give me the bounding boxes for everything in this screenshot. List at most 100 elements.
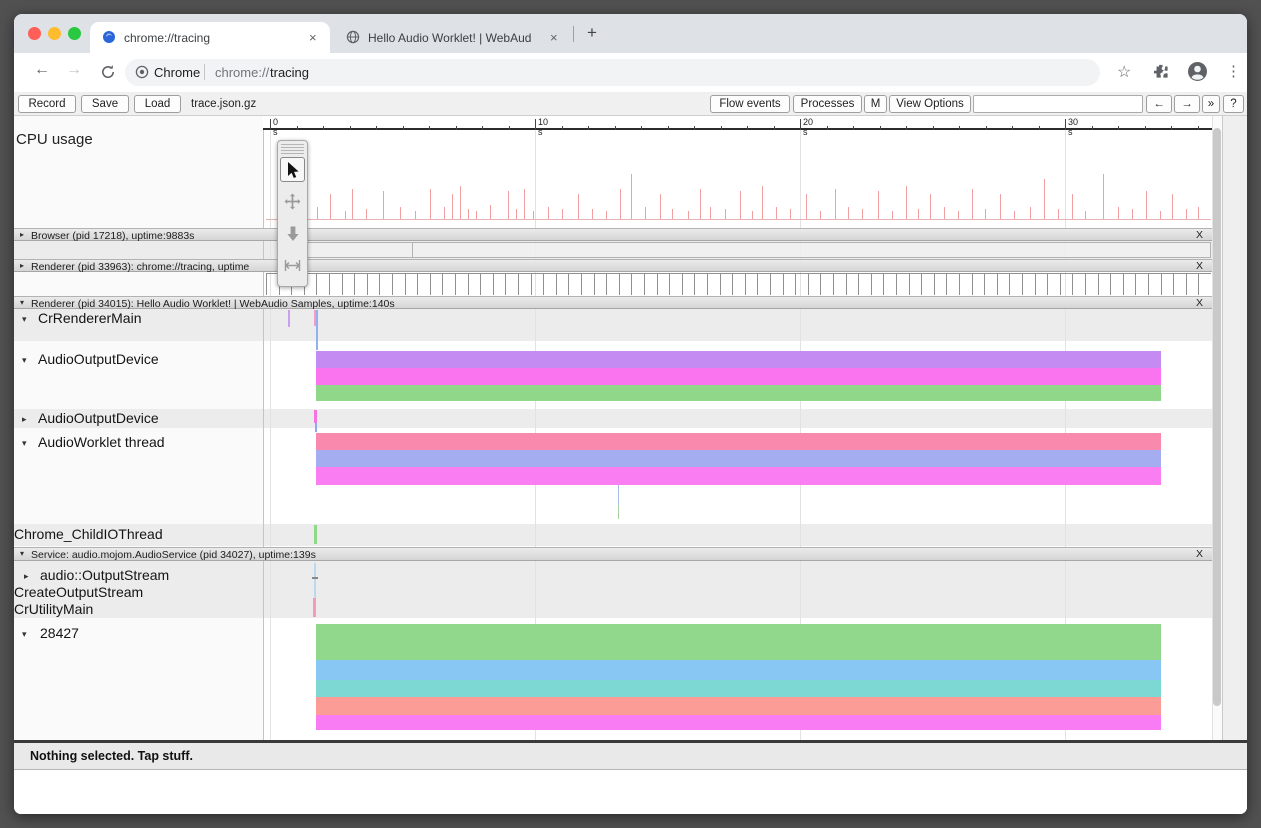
tiny-slice-tick bbox=[556, 273, 557, 295]
load-button[interactable]: Load bbox=[134, 95, 181, 113]
cpu-usage-spike bbox=[1160, 211, 1161, 219]
tiny-slice-tick bbox=[720, 273, 721, 295]
extensions-puzzle-icon[interactable] bbox=[1154, 64, 1171, 81]
find-input[interactable] bbox=[973, 95, 1143, 113]
tiny-slice-tick bbox=[1186, 273, 1187, 295]
record-button[interactable]: Record bbox=[18, 95, 76, 113]
trace-slice-bar[interactable] bbox=[316, 368, 1161, 385]
palette-drag-handle[interactable] bbox=[281, 144, 304, 154]
trace-event-tick[interactable] bbox=[314, 525, 317, 544]
trace-slice-bar[interactable] bbox=[316, 433, 1161, 450]
cpu-usage-spike bbox=[1030, 207, 1031, 219]
ruler-minor-tick bbox=[959, 126, 960, 130]
trace-event-tick[interactable] bbox=[618, 485, 619, 505]
trace-event-tick[interactable] bbox=[618, 505, 619, 519]
tab-tracing[interactable]: chrome://tracing × bbox=[90, 22, 330, 53]
trace-event-tick[interactable] bbox=[314, 410, 317, 423]
tiny-slice-tick bbox=[266, 273, 267, 295]
collapse-arrow-icon[interactable]: ▾ bbox=[20, 549, 24, 558]
find-previous-button[interactable]: ← bbox=[1146, 95, 1172, 113]
trace-event-tick[interactable] bbox=[314, 563, 316, 598]
cpu-usage-spike bbox=[606, 211, 607, 219]
timeline-gridline bbox=[535, 130, 536, 741]
close-window-button[interactable] bbox=[28, 27, 41, 40]
metrics-button[interactable]: M bbox=[864, 95, 887, 113]
trace-slice-bar[interactable] bbox=[316, 660, 1161, 680]
profile-avatar-icon[interactable] bbox=[1187, 61, 1208, 82]
tiny-slice-tick bbox=[694, 273, 695, 295]
find-next-button[interactable]: → bbox=[1174, 95, 1200, 113]
close-track-button[interactable]: X bbox=[1196, 260, 1203, 272]
processes-button[interactable]: Processes bbox=[793, 95, 862, 113]
expand-arrow-icon[interactable]: ▸ bbox=[20, 230, 24, 239]
trace-event-tick[interactable] bbox=[316, 310, 318, 350]
pan-tool-button[interactable] bbox=[280, 189, 305, 214]
trace-slice-bar[interactable] bbox=[316, 351, 1161, 368]
browser-track-box[interactable] bbox=[293, 242, 1211, 258]
trace-slice-bar[interactable] bbox=[316, 697, 1161, 715]
cpu-usage-spike bbox=[1085, 211, 1086, 219]
tiny-slice-tick bbox=[1161, 273, 1162, 295]
cpu-usage-spike bbox=[1058, 209, 1059, 219]
process-header-audio-service[interactable]: ▾ Service: audio.mojom.AudioService (pid… bbox=[14, 547, 1212, 561]
zoom-tool-button[interactable] bbox=[280, 221, 305, 246]
trace-event-tick[interactable] bbox=[314, 310, 316, 326]
find-more-button[interactable]: » bbox=[1202, 95, 1220, 113]
ruler-minor-tick bbox=[933, 126, 934, 130]
tab-close-icon[interactable]: × bbox=[309, 30, 317, 45]
tiny-slice-tick bbox=[820, 273, 821, 295]
tiny-slice-tick bbox=[619, 273, 620, 295]
trace-event-tick[interactable] bbox=[313, 598, 316, 617]
tiny-slice-tick bbox=[367, 273, 368, 295]
bookmark-star-icon[interactable]: ☆ bbox=[1117, 62, 1131, 82]
back-icon[interactable]: ← bbox=[34, 61, 50, 79]
tab-close-icon[interactable]: × bbox=[550, 30, 558, 45]
process-header-renderer-webaudio[interactable]: ▾ Renderer (pid 34015): Hello Audio Work… bbox=[14, 296, 1212, 309]
tiny-slice-tick bbox=[657, 273, 658, 295]
timing-tool-button[interactable] bbox=[280, 253, 305, 278]
save-button[interactable]: Save bbox=[81, 95, 129, 113]
cpu-usage-spike bbox=[1014, 211, 1015, 219]
omnibox[interactable]: Chrome chrome:// tracing bbox=[125, 59, 1100, 86]
menu-dots-icon[interactable]: ⋮ bbox=[1226, 62, 1241, 80]
reload-icon[interactable] bbox=[100, 64, 116, 80]
cpu-usage-spike bbox=[468, 209, 469, 219]
view-options-button[interactable]: View Options bbox=[889, 95, 971, 113]
collapse-arrow-icon[interactable]: ▾ bbox=[20, 298, 24, 307]
selection-tool-button[interactable] bbox=[280, 157, 305, 182]
trace-slice-bar[interactable] bbox=[316, 680, 1161, 697]
help-button[interactable]: ? bbox=[1223, 95, 1244, 113]
trace-slice-bar[interactable] bbox=[316, 467, 1161, 485]
ruler-minor-tick bbox=[1118, 126, 1119, 130]
trace-slice-bar[interactable] bbox=[316, 624, 1161, 660]
ruler-minor-tick bbox=[562, 126, 563, 130]
trace-slice-bar[interactable] bbox=[316, 385, 1161, 401]
close-track-button[interactable]: X bbox=[1196, 297, 1203, 309]
close-track-button[interactable]: X bbox=[1196, 229, 1203, 241]
process-header-renderer-tracing[interactable]: ▸ Renderer (pid 33963): chrome://tracing… bbox=[14, 259, 1212, 272]
ruler-minor-tick bbox=[1171, 126, 1172, 130]
ruler-major-tick bbox=[270, 119, 271, 130]
tiny-slice-tick bbox=[505, 273, 506, 295]
new-tab-button[interactable]: + bbox=[587, 23, 597, 43]
tiny-slice-tick bbox=[518, 273, 519, 295]
trace-event-tick[interactable] bbox=[315, 423, 317, 432]
cpu-usage-spike bbox=[548, 207, 549, 219]
trace-event-tick[interactable] bbox=[288, 310, 290, 327]
tiny-slice-tick bbox=[316, 273, 317, 295]
process-header-browser[interactable]: ▸ Browser (pid 17218), uptime:9883s X bbox=[14, 228, 1212, 241]
trace-event-tick[interactable] bbox=[312, 577, 318, 579]
flow-events-button[interactable]: Flow events bbox=[710, 95, 790, 113]
zoom-window-button[interactable] bbox=[68, 27, 81, 40]
close-track-button[interactable]: X bbox=[1196, 548, 1203, 560]
minimize-window-button[interactable] bbox=[48, 27, 61, 40]
ruler-minor-tick bbox=[1145, 126, 1146, 130]
ruler-minor-tick bbox=[668, 126, 669, 130]
scrollbar-thumb[interactable] bbox=[1213, 128, 1221, 706]
tab-webaudio[interactable]: Hello Audio Worklet! | WebAud × bbox=[332, 22, 567, 53]
expand-arrow-icon[interactable]: ▸ bbox=[20, 261, 24, 270]
trace-slice-bar[interactable] bbox=[316, 450, 1161, 467]
trace-slice-bar[interactable] bbox=[316, 715, 1161, 730]
cpu-usage-spike bbox=[972, 189, 973, 219]
browser-window: chrome://tracing × Hello Audio Worklet! … bbox=[14, 14, 1247, 814]
